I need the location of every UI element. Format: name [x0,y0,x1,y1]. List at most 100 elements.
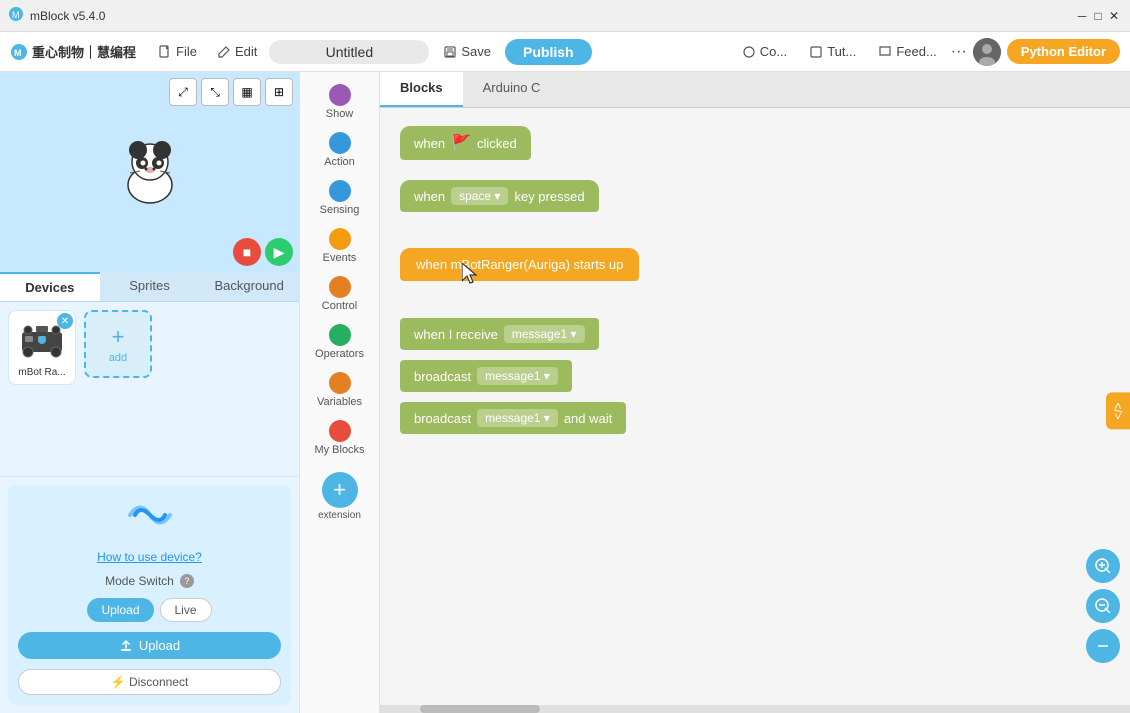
zoom-controls [1086,549,1120,663]
title-bar: M mBlock v5.4.0 ─ □ ✕ [0,0,1130,32]
run-button[interactable]: ▶ [265,238,293,266]
control-cat-label: Control [322,300,357,312]
block-cat-sensing[interactable]: Sensing [304,176,376,220]
stage-expand-btn[interactable]: ⤢ [169,78,197,106]
horizontal-scrollbar[interactable] [380,705,1130,713]
menu-right-section: Co... Tut... Feed... ··· Python Editor [734,38,1120,66]
file-menu[interactable]: File [150,40,205,63]
operators-cat-dot [329,324,351,346]
sprites-area: ✕ mBot [0,302,299,476]
zoom-out-icon [1094,597,1112,615]
close-button[interactable]: ✕ [1106,8,1122,24]
live-mode-button[interactable]: Live [160,598,212,622]
zoom-in-button[interactable] [1086,549,1120,583]
edit-icon [217,45,231,59]
background-tab[interactable]: Background [199,272,299,301]
maximize-button[interactable]: □ [1090,8,1106,24]
disconnect-label: Disconnect [129,675,188,689]
how-to-use-link[interactable]: How to use device? [97,550,202,564]
block-clicked-label: clicked [477,136,517,151]
add-device-button[interactable]: + add [84,310,152,378]
block-mbot-starts[interactable]: when mBotRanger(Auriga) starts up [400,248,639,281]
code-toggle-button[interactable]: </> [1106,392,1130,429]
upload-button[interactable]: Upload [18,632,281,659]
co-button[interactable]: Co... [734,40,795,63]
show-cat-dot [329,84,351,106]
operators-cat-label: Operators [315,348,364,360]
python-editor-button[interactable]: Python Editor [1007,39,1120,64]
block-cat-variables[interactable]: Variables [304,368,376,412]
block-receive[interactable]: when I receive message1 ▾ [400,318,599,350]
panda-sprite [110,130,190,215]
avatar[interactable] [973,38,1001,66]
block-cat-my blocks[interactable]: My Blocks [304,416,376,460]
stop-button[interactable]: ■ [233,238,261,266]
feedback-button[interactable]: Feed... [870,40,944,63]
upload-mode-button[interactable]: Upload [87,598,153,622]
block-receive-label: when I receive [414,327,498,342]
tutorial-icon [809,45,823,59]
zoom-reset-button[interactable] [1086,629,1120,663]
save-button[interactable]: Save [433,40,501,63]
key-dropdown[interactable]: space ▾ [451,187,508,205]
scrollbar-thumb[interactable] [420,705,540,713]
devices-tab[interactable]: Devices [0,272,100,301]
broadcast2-dropdown[interactable]: message1 ▾ [477,409,558,427]
mode-switch-row: Mode Switch ? [105,574,194,588]
tutorial-button[interactable]: Tut... [801,40,864,63]
block-broadcast-wait[interactable]: broadcast message1 ▾ and wait [400,402,626,434]
co-icon [742,45,756,59]
stage-fullscreen-btn[interactable]: ▦ [233,78,261,106]
sprites-tab[interactable]: Sprites [100,272,200,301]
blocks-tabs: Blocks Arduino C [380,72,1130,108]
zoom-reset-icon [1094,637,1112,655]
events-cat-label: Events [323,252,357,264]
block-keypressed-label: key pressed [514,189,584,204]
upload-btn-label: Upload [139,638,180,653]
mode-switch-info-icon[interactable]: ? [180,574,194,588]
variables-cat-dot [329,372,351,394]
action-cat-label: Action [324,156,355,168]
upload-icon [119,639,133,653]
block-when-label: when [414,136,445,151]
publish-button[interactable]: Publish [505,39,592,65]
block-cat-show[interactable]: Show [304,80,376,124]
broadcast-dropdown[interactable]: message1 ▾ [477,367,558,385]
block-cat-action[interactable]: Action [304,128,376,172]
blocks-tab[interactable]: Blocks [380,72,463,107]
mbot-device-card[interactable]: ✕ mBot [8,310,76,385]
zoom-out-button[interactable] [1086,589,1120,623]
receive-dropdown[interactable]: message1 ▾ [504,325,585,343]
delete-device-button[interactable]: ✕ [57,313,73,329]
app-title: mBlock v5.4.0 [30,9,105,23]
block-key-pressed[interactable]: when space ▾ key pressed [400,180,599,212]
block-cat-control[interactable]: Control [304,272,376,316]
stage-controls: ⤢ ⤡ ▦ ⊞ [169,78,293,106]
more-button[interactable]: ··· [951,43,967,61]
link-svg [120,495,180,535]
stage-grid-btn[interactable]: ⊞ [265,78,293,106]
minimize-button[interactable]: ─ [1074,8,1090,24]
svg-text:M: M [14,48,22,58]
action-cat-dot [329,132,351,154]
edit-menu[interactable]: Edit [209,40,265,63]
block-andwait-label: and wait [564,411,612,426]
stage-run-controls: ■ ▶ [233,238,293,266]
block-cat-operators[interactable]: Operators [304,320,376,364]
extension-button[interactable]: + extension [318,472,361,521]
variables-cat-label: Variables [317,396,362,408]
arduino-tab[interactable]: Arduino C [463,72,561,107]
extension-plus-icon: + [322,472,358,508]
device-name: mBot Ra... [12,367,72,378]
block-flag-clicked[interactable]: when 🚩 clicked [400,126,531,160]
feedback-icon [878,45,892,59]
block-broadcast[interactable]: broadcast message1 ▾ [400,360,572,392]
disconnect-button[interactable]: ⚡ Disconnect [18,669,281,695]
block-cat-events[interactable]: Events [304,224,376,268]
project-title-input[interactable] [269,40,429,64]
stage-shrink-btn[interactable]: ⤡ [201,78,229,106]
main-content: ⤢ ⤡ ▦ ⊞ ■ ▶ Devices Sprites Background ✕ [0,72,1130,713]
panda-svg [110,130,190,210]
mbot-svg [20,322,64,360]
block-categories: Show Action Sensing Events Control Opera… [300,72,380,713]
